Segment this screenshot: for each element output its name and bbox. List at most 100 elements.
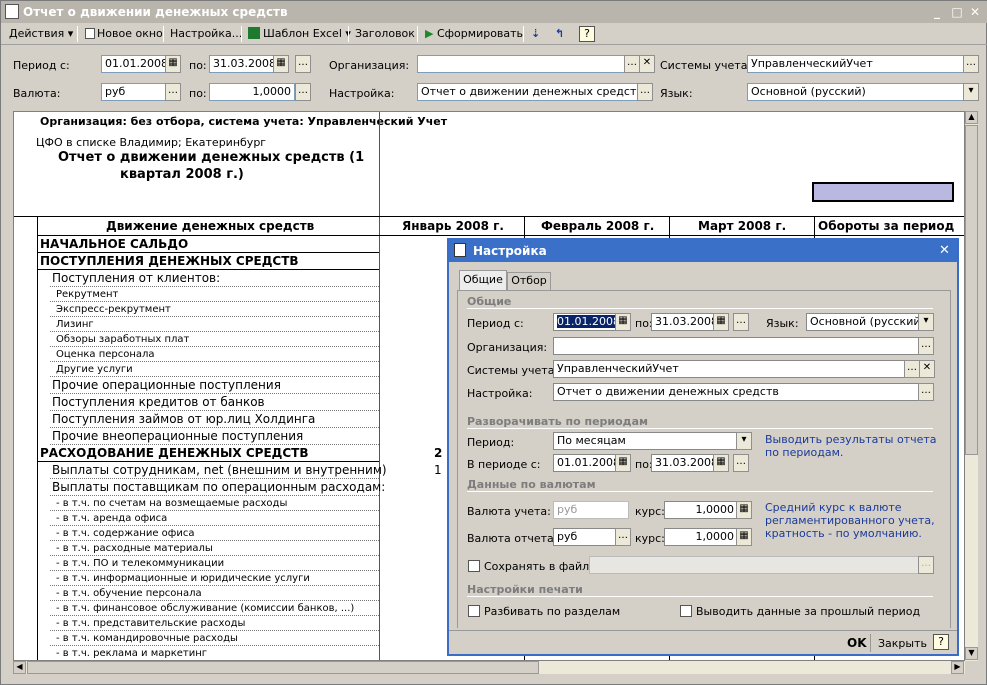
dlg-settings-select-button[interactable]: … <box>918 383 934 401</box>
scroll-thumb[interactable] <box>965 125 978 455</box>
calendar-icon[interactable]: ▦ <box>273 55 289 73</box>
report-row[interactable]: - в т.ч. расходные материалы <box>56 541 213 556</box>
dlg-period-from-field[interactable]: 01.01.2008 <box>553 313 617 331</box>
report-row[interactable]: РАСХОДОВАНИЕ ДЕНЕЖНЫХ СРЕДСТВ <box>40 445 308 462</box>
report-row[interactable]: Поступления займов от юр.лиц Холдинга <box>52 411 315 428</box>
lang-select[interactable]: Основной (русский) <box>747 83 965 101</box>
scroll-up-arrow[interactable]: ▲ <box>965 111 978 124</box>
currency-select-button[interactable]: … <box>165 83 181 101</box>
prev-period-checkbox[interactable] <box>680 605 692 617</box>
dlg-period-select-button[interactable]: … <box>733 313 749 331</box>
report-row[interactable]: - в т.ч. представительские расходы <box>56 616 245 631</box>
report-row[interactable]: - в т.ч. аренда офиса <box>56 511 167 526</box>
report-row[interactable]: Экспресс-рекрутмент <box>56 302 171 317</box>
systems-field[interactable]: УправленческийУчет <box>747 55 965 73</box>
excel-template-button[interactable]: Шаблон Excel ▾ <box>248 26 351 42</box>
dlg-rep-currency-field[interactable]: руб <box>553 528 617 546</box>
split-sections-checkbox[interactable] <box>468 605 480 617</box>
report-row[interactable]: Обзоры заработных плат <box>56 332 189 347</box>
report-row[interactable]: - в т.ч. финансовое обслуживание (комисс… <box>56 601 354 616</box>
report-row[interactable]: Другие услуги <box>56 362 133 377</box>
tab-general[interactable]: Общие <box>459 270 507 290</box>
scroll-left-arrow[interactable]: ◀ <box>13 661 26 674</box>
calendar-icon[interactable]: ▦ <box>713 313 729 331</box>
calendar-icon[interactable]: ▦ <box>615 313 631 331</box>
report-row[interactable]: Поступления кредитов от банков <box>52 394 265 411</box>
dlg-rep-currency-select-button[interactable]: … <box>615 528 631 546</box>
dlg-in-period-to[interactable]: 31.03.2008 <box>651 454 715 472</box>
ok-button[interactable]: OK <box>847 636 867 650</box>
dlg-systems-select-button[interactable]: … <box>904 360 920 378</box>
dlg-org-select-button[interactable]: … <box>918 337 934 355</box>
header-button[interactable]: Заголовок <box>355 26 415 42</box>
report-row[interactable]: - в т.ч. обучение персонала <box>56 586 202 601</box>
dlg-lang-select[interactable]: Основной (русский) <box>806 313 920 331</box>
new-window-button[interactable]: Новое окно <box>85 26 163 42</box>
report-row[interactable]: ПОСТУПЛЕНИЯ ДЕНЕЖНЫХ СРЕДСТВ <box>40 253 299 270</box>
chevron-down-icon[interactable]: ▾ <box>918 313 934 331</box>
dlg-acc-rate-field[interactable]: 1,0000 <box>664 501 738 519</box>
minimize-button[interactable]: _ <box>929 4 945 20</box>
settings-field[interactable]: Отчет о движении денежных средств <box>417 83 639 101</box>
rate-select-button[interactable]: … <box>295 83 311 101</box>
dialog-help-button[interactable]: ? <box>933 634 949 650</box>
report-row[interactable]: Лизинг <box>56 317 94 332</box>
maximize-button[interactable]: □ <box>949 4 965 20</box>
period-from-field[interactable]: 01.01.2008 <box>101 55 167 73</box>
vertical-scrollbar[interactable]: ▲ ▼ <box>965 111 978 661</box>
dlg-rep-rate-field[interactable]: 1,0000 <box>664 528 738 546</box>
report-row[interactable]: Поступления от клиентов: <box>52 270 220 287</box>
org-select-button[interactable]: … <box>624 55 640 73</box>
report-row[interactable]: Выплаты поставщикам по операционным расх… <box>52 479 385 496</box>
help-button[interactable]: ? <box>579 26 595 42</box>
dlg-systems-field[interactable]: УправленческийУчет <box>553 360 905 378</box>
chevron-down-icon[interactable]: ▾ <box>963 83 979 101</box>
report-row[interactable]: Оценка персонала <box>56 347 155 362</box>
close-button[interactable]: Закрыть <box>878 637 927 650</box>
chevron-down-icon[interactable]: ▾ <box>736 432 752 450</box>
report-row[interactable]: - в т.ч. реклама и маркетинг <box>56 646 207 660</box>
org-field[interactable] <box>417 55 627 73</box>
calendar-icon[interactable]: ▦ <box>713 454 729 472</box>
report-row[interactable]: - в т.ч. содержание офиса <box>56 526 194 541</box>
dlg-org-field[interactable] <box>553 337 919 355</box>
scroll-right-arrow[interactable]: ▶ <box>951 661 964 674</box>
collapse-icon[interactable]: ↰ <box>555 26 564 42</box>
report-row[interactable]: - в т.ч. по счетам на возмещаемые расход… <box>56 496 287 511</box>
select-period-button[interactable]: … <box>295 55 311 73</box>
calculator-icon[interactable]: ▦ <box>736 501 752 519</box>
dlg-period-to-field[interactable]: 31.03.2008 <box>651 313 715 331</box>
settings-select-button[interactable]: … <box>637 83 653 101</box>
dlg-period-select[interactable]: По месяцам <box>553 432 739 450</box>
period-to-field[interactable]: 31.03.2008 <box>209 55 275 73</box>
report-row[interactable]: НАЧАЛЬНОЕ САЛЬДО <box>40 236 188 253</box>
generate-button[interactable]: ▶ Сформировать <box>425 26 523 42</box>
calendar-icon[interactable]: ▦ <box>165 55 181 73</box>
calculator-icon[interactable]: ▦ <box>736 528 752 546</box>
calendar-icon[interactable]: ▦ <box>615 454 631 472</box>
dlg-systems-clear-button[interactable]: ✕ <box>919 360 935 378</box>
dlg-settings-field[interactable]: Отчет о движении денежных средств <box>553 383 919 401</box>
rate-field[interactable]: 1,0000 <box>209 83 295 101</box>
scroll-down-arrow[interactable]: ▼ <box>965 647 978 660</box>
dlg-in-period-select-button[interactable]: … <box>733 454 749 472</box>
report-row[interactable]: - в т.ч. ПО и телекоммуникации <box>56 556 224 571</box>
tab-filter[interactable]: Отбор <box>507 272 551 290</box>
actions-menu[interactable]: Действия ▾ <box>9 26 73 42</box>
org-clear-button[interactable]: ✕ <box>639 55 655 73</box>
report-row[interactable]: Прочие операционные поступления <box>52 377 281 394</box>
horizontal-scrollbar[interactable]: ◀ ▶ <box>13 661 965 674</box>
currency-field[interactable]: руб <box>101 83 167 101</box>
systems-select-button[interactable]: … <box>963 55 979 73</box>
dlg-in-period-from[interactable]: 01.01.2008 <box>553 454 617 472</box>
hscroll-thumb[interactable] <box>27 661 539 674</box>
expand-icon[interactable]: ⇣ <box>531 26 540 42</box>
settings-button[interactable]: Настройка... <box>170 26 242 42</box>
report-row[interactable]: - в т.ч. командировочные расходы <box>56 631 238 646</box>
report-row[interactable]: Рекрутмент <box>56 287 118 302</box>
close-icon[interactable]: ✕ <box>939 243 950 258</box>
report-row[interactable]: Прочие внеоперационные поступления <box>52 428 303 445</box>
close-window-button[interactable]: ✕ <box>967 4 983 20</box>
report-row[interactable]: Выплаты сотрудникам, net (внешним и внут… <box>52 462 387 479</box>
save-to-file-checkbox[interactable] <box>468 560 480 572</box>
